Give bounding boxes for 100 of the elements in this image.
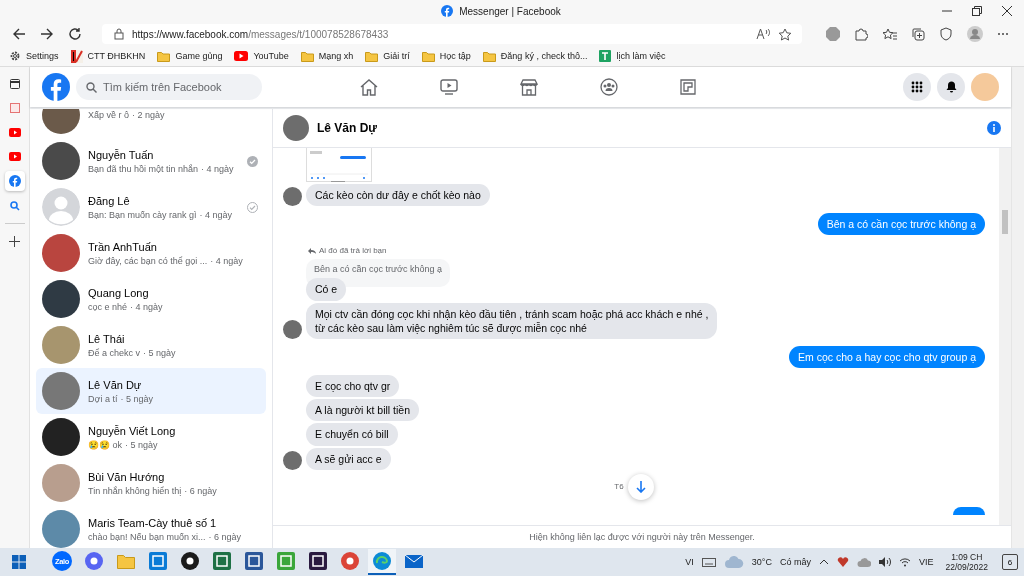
date-separator: T6 <box>614 482 624 492</box>
play-button-icon <box>8 151 21 161</box>
screenshot-thumbnail[interactable] <box>306 148 372 182</box>
bookmark-item[interactable]: YouTube <box>234 51 289 61</box>
store-icon[interactable] <box>520 78 538 96</box>
notifications-button[interactable] <box>937 73 965 101</box>
keyboard-icon[interactable] <box>701 557 716 567</box>
message-bubble: Các kèo còn dư đây e chốt kèo nào <box>306 184 490 207</box>
scroll-down-button[interactable] <box>627 473 654 500</box>
info-icon[interactable] <box>987 121 1001 135</box>
message-preview: Giờ đây, các bạn có thể gọi ... <box>88 255 208 266</box>
speaker-icon[interactable] <box>878 557 891 567</box>
scrollbar[interactable] <box>999 148 1011 525</box>
groups-icon[interactable] <box>600 78 618 96</box>
wifi-icon[interactable] <box>898 557 911 567</box>
contact-name: Nguyễn Viết Long <box>88 424 177 437</box>
extensions-icon[interactable] <box>854 27 868 41</box>
message-preview: Xấp về r ô <box>88 110 130 120</box>
restore-icon[interactable] <box>972 6 982 16</box>
conversation-item[interactable]: Nguyễn Tuấn Bạn đã thu hồi một tin nhắn · 4 ngày <box>36 138 266 184</box>
gear-icon <box>9 50 21 62</box>
chevron-up-icon[interactable] <box>818 559 829 565</box>
app-tile-icon <box>149 552 167 570</box>
forward-arrow-icon[interactable] <box>40 27 54 41</box>
message-preview: Để a chekc v <box>88 347 141 358</box>
profile-icon[interactable] <box>967 26 983 42</box>
scrollbar[interactable] <box>1011 67 1024 548</box>
folder-icon <box>421 50 435 62</box>
conversation-item[interactable]: Bùi Văn Hướng Tin nhắn không hiển thị · 6 ngày <box>36 460 266 506</box>
conversation-item[interactable]: Trần AnhTuấn Giờ đây, các bạn có thể gọi ... · 4 ngày <box>36 230 266 276</box>
message-time: · 4 ngày <box>130 301 163 312</box>
contact-name[interactable]: Lê Văn Dự <box>317 121 378 135</box>
plus-icon <box>9 235 20 247</box>
lock-icon <box>114 28 124 40</box>
grid-icon <box>911 81 923 93</box>
tab-title: Messenger | Facebook <box>459 5 561 17</box>
round-app-icon <box>85 552 103 570</box>
conversation-item[interactable]: Nguyễn Viết Long 😢😢 ok · 5 ngày <box>36 414 266 460</box>
shield-icon[interactable] <box>939 27 953 41</box>
message-time: · 6 ngày <box>208 531 242 542</box>
bell-icon <box>945 81 957 93</box>
adblock-icon[interactable] <box>826 27 840 41</box>
favorite-star-icon[interactable] <box>778 27 792 41</box>
message-time: · 5 ngày <box>125 439 158 450</box>
back-arrow-icon[interactable] <box>12 27 26 41</box>
menu-button[interactable] <box>903 73 931 101</box>
close-icon[interactable] <box>1002 6 1012 16</box>
bookmark-item[interactable]: Đăng ký , check thô... <box>482 50 588 62</box>
bookmark-item[interactable]: Giải trí <box>365 50 410 62</box>
contact-name: Trần AnhTuấn <box>88 240 158 253</box>
reload-icon[interactable] <box>68 27 82 41</box>
message-time: · 4 ngày <box>210 255 243 266</box>
bookmark-item[interactable]: Mạng xh <box>300 50 354 62</box>
conversation-item[interactable]: Xấp về r ô · 2 ngày <box>36 109 266 138</box>
search-icon <box>86 82 97 93</box>
clock[interactable]: 1:09 CH 22/09/2022 <box>945 551 988 573</box>
app-icon <box>9 103 20 113</box>
bookmark-item[interactable]: Settings <box>9 50 59 62</box>
windows-logo-icon[interactable] <box>12 555 26 569</box>
app-tile-icon <box>309 552 327 570</box>
home-icon[interactable] <box>360 78 378 96</box>
conversation-item[interactable]: Lê Thái Để a chekc v · 5 ngày <box>36 322 266 368</box>
message-preview: Bạn đã thu hồi một tin nhắn <box>88 163 199 174</box>
conversation-item[interactable]: Lê Văn Dự Dợi a tí · 5 ngày <box>36 368 266 414</box>
collections-icon[interactable] <box>911 27 925 41</box>
bookmark-item[interactable]: Game gủng <box>157 50 223 62</box>
message-time: · 5 ngày <box>143 347 176 358</box>
message-time: · 5 ngày <box>120 393 153 404</box>
status-message: Hiện không liên lạc được với người này trên Messenger. <box>529 532 755 542</box>
more-icon[interactable] <box>997 32 1009 36</box>
search-field[interactable]: Tìm kiếm trên Facebook <box>76 74 262 100</box>
conversation-item[interactable]: Đăng Lê Bạn: Bạn muốn cày rank gì · 4 ngày <box>36 184 266 230</box>
message-bubble: Mọi ctv cần đóng cọc khi nhận kèo đầu tiên , tránh scam hoặc phá acc khách e nhé , từ các kèo sau làm việc nghiêm túc sẽ được miễn cọc nhé <box>306 302 718 339</box>
language-label[interactable]: VIE <box>918 557 934 567</box>
notifications-button[interactable]: 6 <box>1002 554 1018 570</box>
conversation-item[interactable]: Quang Long cọc e nhé · 4 ngày <box>36 276 266 322</box>
message-time: · 6 ngày <box>184 485 217 496</box>
video-icon[interactable] <box>440 79 458 95</box>
address-bar[interactable]: https://www.facebook.com/messages/t/100078528678433 <box>102 24 802 44</box>
reply-note: Ai đó đã trả lời bạn <box>319 246 387 256</box>
tray-app-icon[interactable] <box>836 557 849 567</box>
folder-icon <box>117 553 135 569</box>
gaming-icon[interactable] <box>680 79 696 95</box>
weather-label[interactable]: Có mây <box>779 557 811 567</box>
favorites-icon[interactable] <box>882 27 897 41</box>
facebook-logo-icon[interactable] <box>42 73 70 101</box>
conversation-item[interactable]: Maris Team-Cày thuê số 1 chào bạn! Nếu bạn muốn xi... · 6 ngày <box>36 506 266 548</box>
input-method-label[interactable]: VI <box>685 557 694 567</box>
message-preview: Bạn: Bạn muốn cày rank gì <box>88 209 197 220</box>
temperature-label[interactable]: 30°C <box>751 557 772 567</box>
bookmark-item[interactable]: lịch làm việc <box>599 50 666 62</box>
bookmark-item[interactable]: Học tập <box>421 50 471 62</box>
read-aloud-icon[interactable] <box>756 28 770 40</box>
bookmark-item[interactable]: CTT ĐHBKHN <box>70 49 146 63</box>
message-preview: 😢😢 ok <box>88 439 122 450</box>
message-bubble: E cọc cho qtv gr <box>306 375 400 398</box>
folder-icon <box>482 50 496 62</box>
message-time: · 4 ngày <box>201 163 234 174</box>
swirl-app-icon <box>373 552 391 570</box>
reply-arrow-icon <box>308 247 316 254</box>
